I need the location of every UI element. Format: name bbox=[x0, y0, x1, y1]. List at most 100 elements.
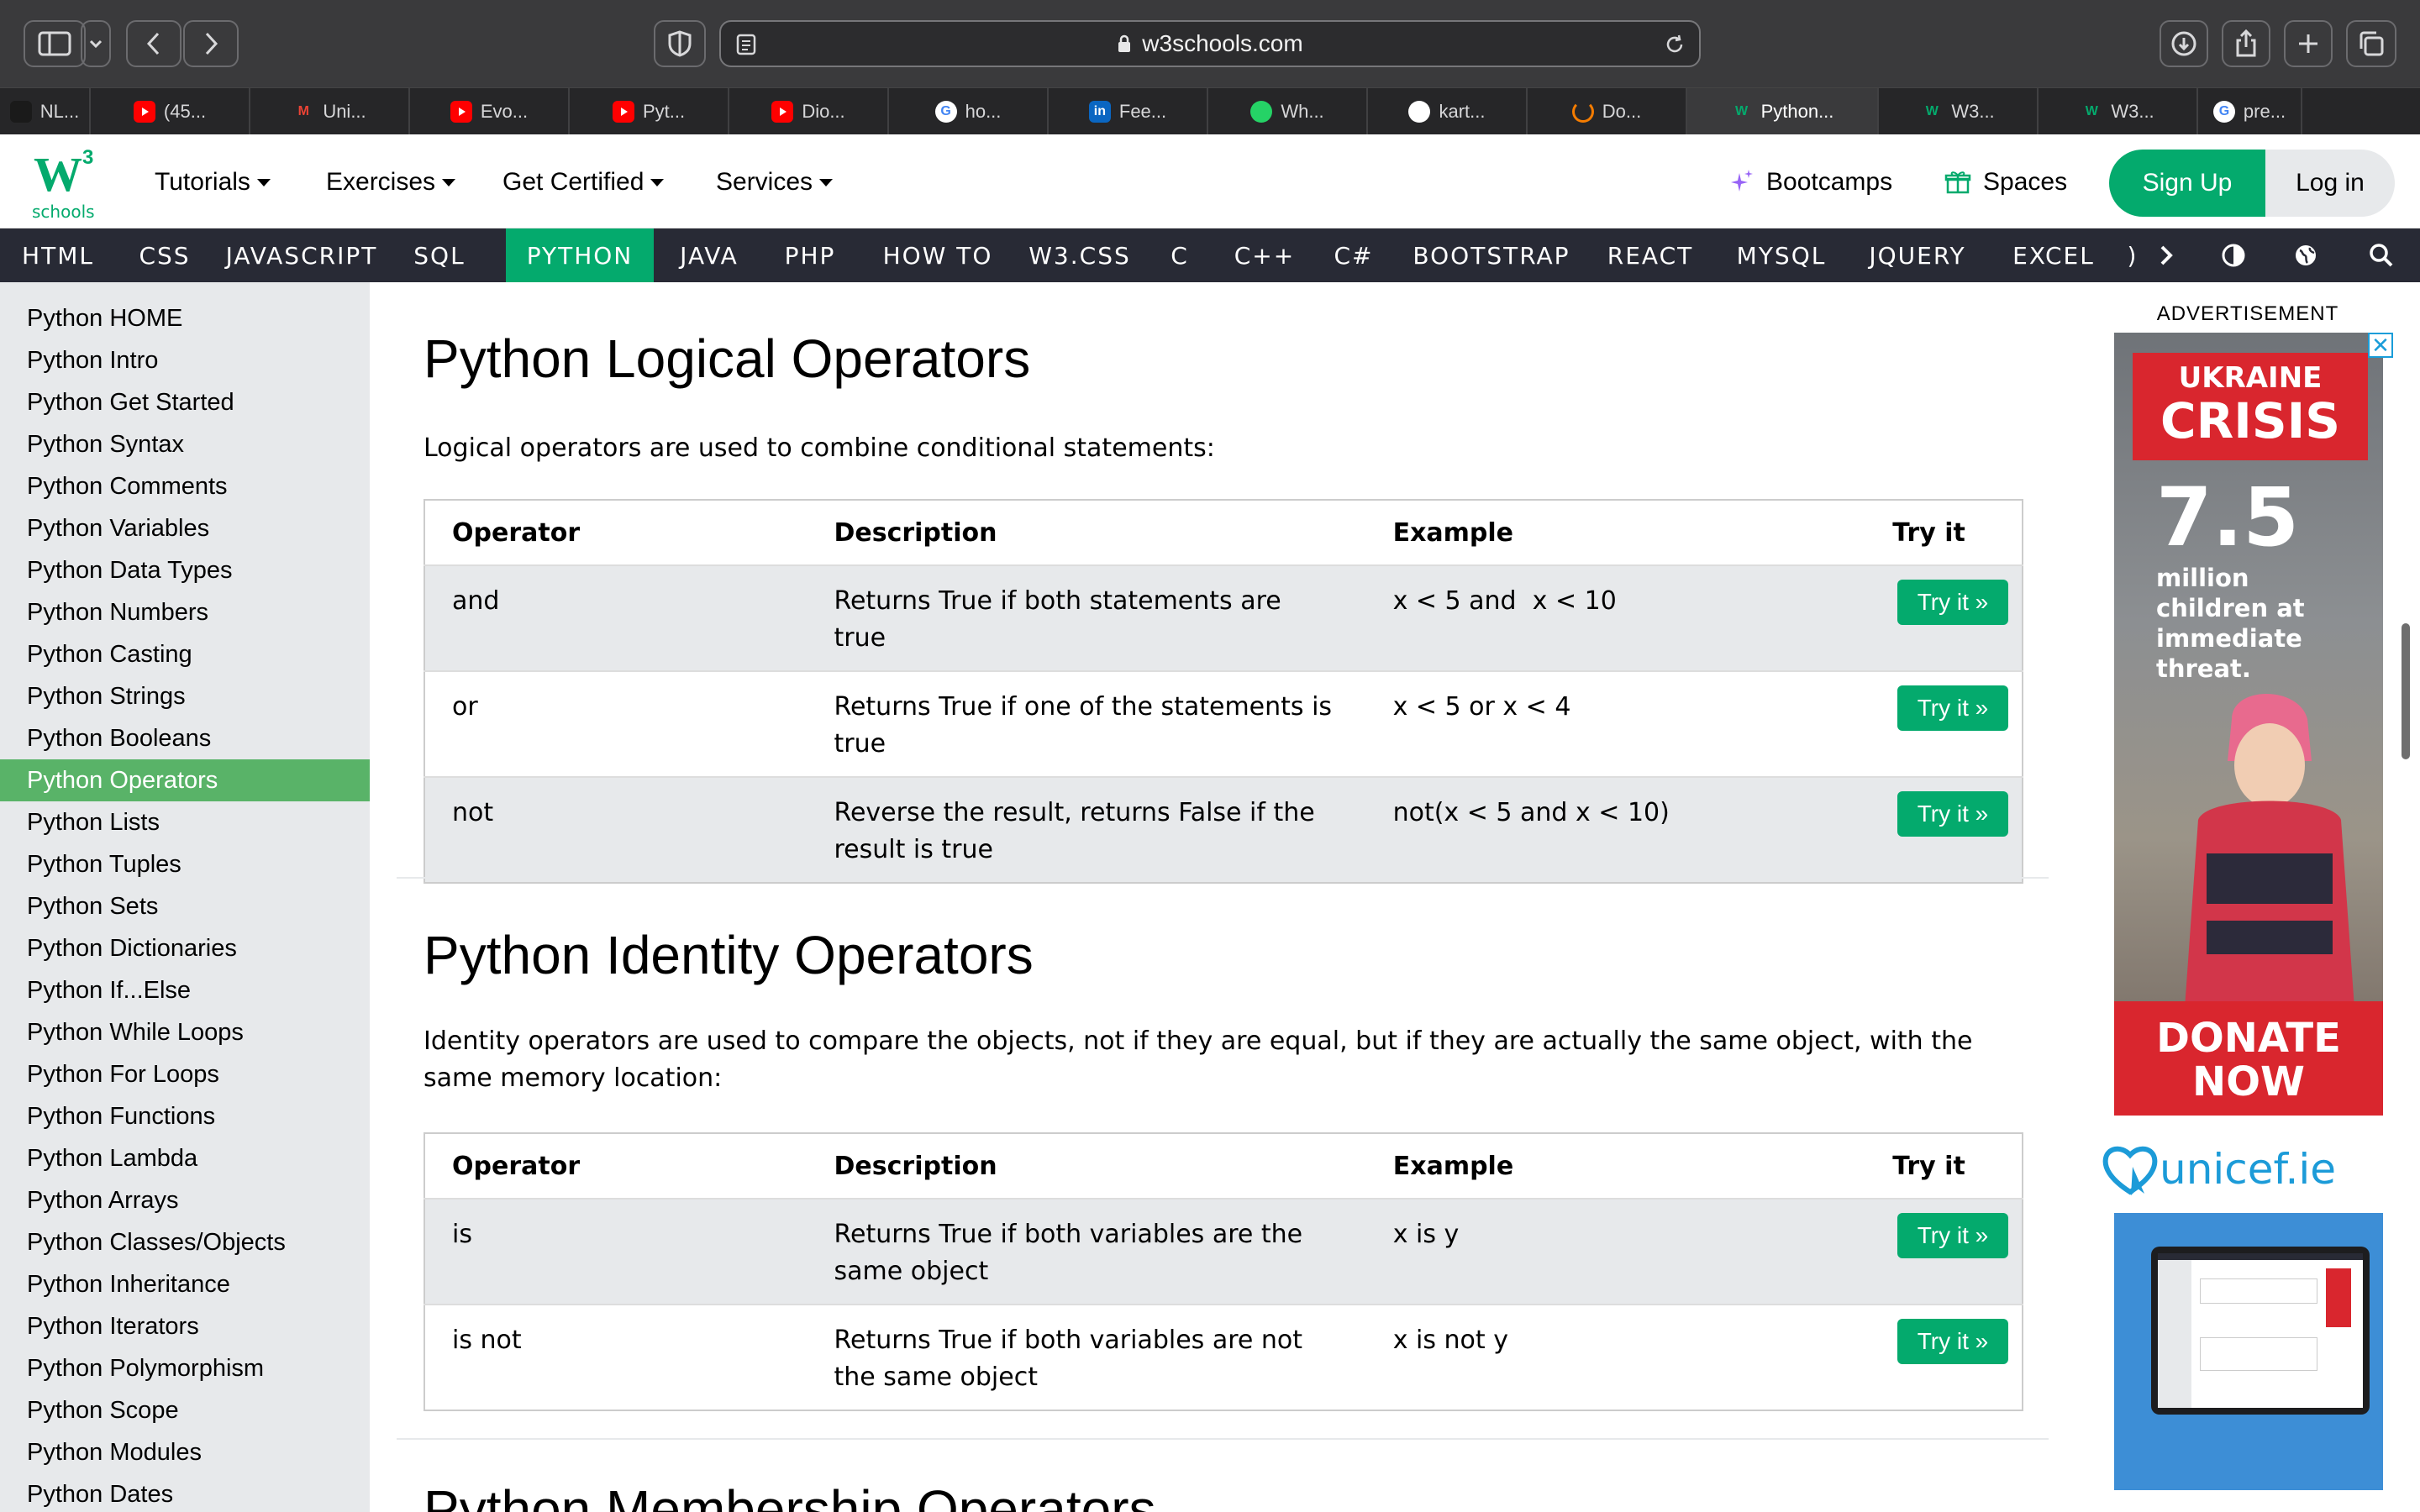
page-scrollbar[interactable] bbox=[2402, 623, 2410, 759]
browser-tab-label: W3... bbox=[1951, 101, 1995, 122]
unicef-ad-banner[interactable]: UKRAINE CRISIS 7.5 million children at i… bbox=[2114, 333, 2383, 1173]
topnav-item-how-to[interactable]: HOW TO bbox=[865, 228, 1010, 282]
sidebar-dropdown-button[interactable] bbox=[81, 20, 111, 67]
tab-overview-button[interactable] bbox=[2346, 20, 2396, 67]
topnav-item-javascript[interactable]: JAVASCRIPT bbox=[220, 228, 383, 282]
topnav-item-mysql[interactable]: MYSQL bbox=[1718, 228, 1845, 282]
sidebar-item-python-casting[interactable]: Python Casting bbox=[0, 633, 370, 675]
topnav-item-php[interactable]: PHP bbox=[771, 228, 849, 282]
try-it-button[interactable]: Try it » bbox=[1897, 685, 2008, 731]
try-it-button[interactable]: Try it » bbox=[1897, 791, 2008, 837]
topnav-item-c-[interactable]: C# bbox=[1323, 228, 1385, 282]
browser-tab[interactable]: (45... bbox=[91, 88, 250, 135]
sidebar-item-python-booleans[interactable]: Python Booleans bbox=[0, 717, 370, 759]
browser-tab[interactable]: in Fee... bbox=[1049, 88, 1208, 135]
shield-icon bbox=[668, 30, 692, 57]
browser-tab[interactable]: NL... bbox=[0, 88, 91, 135]
forward-button[interactable] bbox=[183, 20, 239, 67]
topnav-item-bootstrap[interactable]: BOOTSTRAP bbox=[1400, 228, 1583, 282]
sidebar-item-python-home[interactable]: Python HOME bbox=[0, 297, 370, 339]
sidebar-item-python-get-started[interactable]: Python Get Started bbox=[0, 381, 370, 423]
new-tab-button[interactable] bbox=[2284, 20, 2333, 67]
browser-tab[interactable]: Gpre... bbox=[2198, 88, 2302, 135]
scroll-right-button[interactable] bbox=[2143, 228, 2190, 282]
sidebar-item-python-lists[interactable]: Python Lists bbox=[0, 801, 370, 843]
screenshot-thumbnail-ad[interactable] bbox=[2114, 1213, 2383, 1490]
sidebar-toggle-button[interactable] bbox=[24, 20, 86, 67]
try-it-button[interactable]: Try it » bbox=[1897, 1213, 2008, 1258]
browser-tab[interactable]: Wh... bbox=[1208, 88, 1368, 135]
browser-tab[interactable]: W W3... bbox=[2039, 88, 2198, 135]
topnav-cut-off-item[interactable]: ) bbox=[2123, 228, 2143, 282]
browser-tab[interactable]: Evo... bbox=[410, 88, 570, 135]
address-bar[interactable]: w3schools.com bbox=[719, 20, 1701, 67]
sidebar-item-python-operators[interactable]: Python Operators bbox=[0, 759, 370, 801]
sidebar-item-python-inheritance[interactable]: Python Inheritance bbox=[0, 1263, 370, 1305]
topnav-item-react[interactable]: REACT bbox=[1600, 228, 1701, 282]
sidebar-item-python-polymorphism[interactable]: Python Polymorphism bbox=[0, 1347, 370, 1389]
browser-tab[interactable]: Dio... bbox=[729, 88, 889, 135]
browser-tab[interactable]: W Python... bbox=[1687, 88, 1879, 135]
sidebar-item-python-strings[interactable]: Python Strings bbox=[0, 675, 370, 717]
topnav-item-c[interactable]: C bbox=[1153, 228, 1207, 282]
topnav-item-python[interactable]: PYTHON bbox=[506, 228, 654, 282]
browser-tab[interactable]: kart... bbox=[1368, 88, 1528, 135]
sidebar-item-python-intro[interactable]: Python Intro bbox=[0, 339, 370, 381]
topnav-item-excel[interactable]: EXCEL bbox=[1993, 228, 2114, 282]
sidebar-item-python-classes-objects[interactable]: Python Classes/Objects bbox=[0, 1221, 370, 1263]
language-button[interactable] bbox=[2282, 228, 2329, 282]
sidebar-item-python-arrays[interactable]: Python Arrays bbox=[0, 1179, 370, 1221]
sidebar-item-python-dates[interactable]: Python Dates bbox=[0, 1473, 370, 1512]
sidebar-item-python-lambda[interactable]: Python Lambda bbox=[0, 1137, 370, 1179]
topnav-item-w3-css[interactable]: W3.CSS bbox=[1020, 228, 1139, 282]
share-button[interactable] bbox=[2222, 20, 2270, 67]
topnav-item-sql[interactable]: SQL bbox=[400, 228, 479, 282]
sidebar-item-python-comments[interactable]: Python Comments bbox=[0, 465, 370, 507]
reload-icon[interactable] bbox=[1664, 34, 1686, 55]
sidebar-item-python-data-types[interactable]: Python Data Types bbox=[0, 549, 370, 591]
browser-tab[interactable]: M Uni... bbox=[250, 88, 410, 135]
sidebar-item-python-syntax[interactable]: Python Syntax bbox=[0, 423, 370, 465]
privacy-report-button[interactable] bbox=[654, 20, 706, 67]
search-button[interactable] bbox=[2358, 228, 2405, 282]
sign-up-button[interactable]: Sign Up bbox=[2109, 150, 2265, 217]
log-in-button[interactable]: Log in bbox=[2265, 150, 2395, 217]
browser-tab[interactable]: W W3... bbox=[1879, 88, 2039, 135]
sidebar-item-python-iterators[interactable]: Python Iterators bbox=[0, 1305, 370, 1347]
sidebar-item-python-while-loops[interactable]: Python While Loops bbox=[0, 1011, 370, 1053]
menu-exercises[interactable]: Exercises bbox=[326, 168, 456, 197]
sidebar-item-python-scope[interactable]: Python Scope bbox=[0, 1389, 370, 1431]
sidebar-item-python-functions[interactable]: Python Functions bbox=[0, 1095, 370, 1137]
bootcamps-link[interactable]: Bootcamps bbox=[1729, 168, 1892, 197]
sidebar-item-python-modules[interactable]: Python Modules bbox=[0, 1431, 370, 1473]
w3schools-logo[interactable]: W 3 schools bbox=[29, 146, 104, 222]
unicef-logo[interactable]: unicef.ie bbox=[2101, 1136, 2403, 1203]
menu-get-certified[interactable]: Get Certified bbox=[502, 168, 665, 197]
menu-tutorials[interactable]: Tutorials bbox=[155, 168, 271, 197]
sidebar-item-python-dictionaries[interactable]: Python Dictionaries bbox=[0, 927, 370, 969]
back-button[interactable] bbox=[126, 20, 182, 67]
menu-services[interactable]: Services bbox=[716, 168, 834, 197]
topnav-item-jquery[interactable]: JQUERY bbox=[1859, 228, 1976, 282]
downloads-button[interactable] bbox=[2160, 20, 2208, 67]
browser-tab[interactable]: Do... bbox=[1528, 88, 1687, 135]
topnav-item-css[interactable]: CSS bbox=[126, 228, 203, 282]
spaces-link[interactable]: Spaces bbox=[1944, 168, 2067, 197]
sidebar-item-python-sets[interactable]: Python Sets bbox=[0, 885, 370, 927]
close-ad-icon[interactable]: ✕ bbox=[2368, 333, 2393, 358]
dark-mode-button[interactable] bbox=[2210, 228, 2257, 282]
topnav-item-html[interactable]: HTML bbox=[3, 228, 113, 282]
sidebar-item-python-tuples[interactable]: Python Tuples bbox=[0, 843, 370, 885]
topnav-item-c-[interactable]: C++ bbox=[1220, 228, 1309, 282]
sidebar-item-python-variables[interactable]: Python Variables bbox=[0, 507, 370, 549]
sidebar-item-python-numbers[interactable]: Python Numbers bbox=[0, 591, 370, 633]
chevron-right-icon bbox=[2160, 245, 2173, 265]
sidebar-item-python-for-loops[interactable]: Python For Loops bbox=[0, 1053, 370, 1095]
sidebar-item-python-if-else[interactable]: Python If...Else bbox=[0, 969, 370, 1011]
try-it-button[interactable]: Try it » bbox=[1897, 580, 2008, 625]
donate-now-button[interactable]: DONATE NOW bbox=[2114, 1001, 2383, 1116]
browser-tab[interactable]: Pyt... bbox=[570, 88, 729, 135]
topnav-item-java[interactable]: JAVA bbox=[664, 228, 755, 282]
try-it-button[interactable]: Try it » bbox=[1897, 1319, 2008, 1364]
browser-tab[interactable]: Gho... bbox=[889, 88, 1049, 135]
